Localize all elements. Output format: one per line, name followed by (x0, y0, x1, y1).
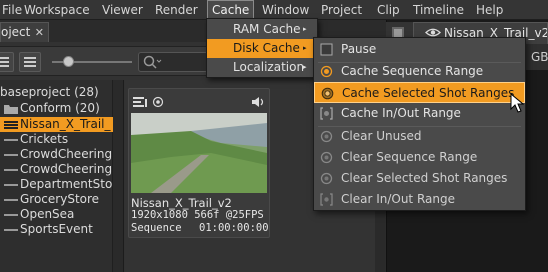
audio-clip-icon (4, 199, 18, 201)
menu-render[interactable]: Render (155, 0, 198, 20)
search-input[interactable] (138, 52, 208, 72)
submenu-arrow-icon: ▸ (303, 25, 307, 33)
menu-project[interactable]: Project (321, 0, 362, 20)
clip-thumbnail[interactable] (131, 113, 267, 193)
menu-item-pause[interactable]: Pause (314, 39, 525, 60)
menu-item-clear-selected-shot-ranges[interactable]: Clear Selected Shot Ranges (314, 168, 525, 189)
audio-clip-icon (4, 139, 18, 141)
audio-clip-icon (4, 154, 18, 156)
tree-item-clip[interactable]: Crickets (0, 132, 113, 147)
clear-sequence-icon (320, 151, 333, 164)
tree-item-clip[interactable]: CrowdCheering2 (0, 162, 120, 177)
menu-item-cache-selected-shot-ranges[interactable]: Cache Selected Shot Ranges (314, 82, 525, 103)
clear-inout-icon (320, 193, 333, 206)
menu-bar: File Workspace Viewer Render Cache Windo… (0, 0, 548, 20)
checkbox-icon (320, 43, 333, 56)
project-tab[interactable]: oject ✕ (0, 22, 49, 42)
tree-item-clip[interactable]: CrowdCheering (0, 147, 113, 162)
list-view-button[interactable] (0, 52, 14, 72)
clear-icon (320, 130, 333, 143)
search-icon (143, 55, 162, 69)
audio-clip-icon (4, 169, 18, 171)
tree-item-clip-selected[interactable]: Nissan_X_Trail_ (0, 117, 113, 132)
audio-clip-icon (4, 214, 18, 216)
menu-item-clear-sequence-range[interactable]: Clear Sequence Range (314, 147, 525, 168)
radio-dot-icon (320, 65, 333, 78)
disk-cache-submenu: Pause Cache Sequence Range Cache Selecte… (313, 37, 526, 211)
cache-shot-icon (321, 87, 334, 100)
audio-clip-icon (4, 184, 18, 186)
clip-format: 1920x1080 566f @25FPS (131, 209, 264, 221)
tree-item-clip[interactable]: GroceryStore (0, 192, 113, 207)
menu-workspace[interactable]: Workspace (24, 0, 90, 20)
cache-menu: RAM Cache ▸ Disk Cache ▸ Localization ▸ (206, 18, 318, 78)
project-tab-label: oject (1, 25, 31, 39)
folder-icon (4, 105, 18, 114)
submenu-arrow-icon: ▸ (303, 44, 307, 52)
menu-item-ram-cache[interactable]: RAM Cache ▸ (207, 20, 317, 39)
menu-item-localization[interactable]: Localization ▸ (207, 58, 317, 77)
menu-help[interactable]: Help (476, 0, 503, 20)
tree-item-clip[interactable]: OpenSea (0, 207, 113, 222)
clip-type: Sequence (131, 222, 182, 234)
mouse-cursor-icon (510, 93, 524, 113)
menu-lines-icon (24, 57, 36, 67)
viewer-channel-readout: GB (531, 50, 548, 64)
menu-item-clear-unused[interactable]: Clear Unused (314, 126, 525, 147)
tree-item-bin[interactable]: Conform (20) (0, 101, 113, 116)
menu-window[interactable]: Window (262, 0, 309, 20)
menu-cache[interactable]: Cache (207, 0, 255, 20)
submenu-arrow-icon: ▸ (303, 63, 307, 71)
clear-shot-icon (320, 172, 333, 185)
tree-item-project[interactable]: baseproject (28) (0, 85, 113, 100)
project-tree: baseproject (28) Conform (20) Nissan_X_T… (0, 80, 120, 272)
clip-name: Nissan_X_Trail_v2 (131, 196, 232, 210)
cache-inout-icon (320, 107, 333, 120)
close-icon[interactable]: ✕ (35, 23, 44, 42)
menu-item-cache-sequence-range[interactable]: Cache Sequence Range (314, 61, 525, 82)
menu-file[interactable]: File (2, 0, 22, 20)
menu-item-cache-in-out-range[interactable]: Cache In/Out Range (314, 103, 525, 124)
menu-timeline[interactable]: Timeline (413, 0, 464, 20)
target-icon (152, 96, 164, 108)
tree-item-clip[interactable]: DepartmentStor (0, 177, 117, 192)
list-view-icon (0, 57, 9, 67)
clip-timecode: 01:00:00:00 (199, 222, 269, 234)
menu-item-disk-cache[interactable]: Disk Cache ▸ (207, 39, 317, 58)
menu-clip[interactable]: Clip (377, 0, 400, 20)
slider-handle[interactable] (63, 56, 74, 67)
thumbnail-image (131, 113, 267, 193)
detail-view-button[interactable] (19, 52, 41, 72)
audio-clip-icon (4, 229, 18, 231)
tree-item-clip[interactable]: SportsEvent (0, 222, 113, 237)
sequence-badge-icon (133, 97, 147, 107)
panel-splitter[interactable] (113, 80, 124, 272)
menu-item-clear-in-out-range[interactable]: Clear In/Out Range (314, 189, 525, 210)
speaker-icon (252, 97, 264, 107)
menu-viewer[interactable]: Viewer (102, 0, 143, 20)
sequence-icon (4, 121, 18, 129)
